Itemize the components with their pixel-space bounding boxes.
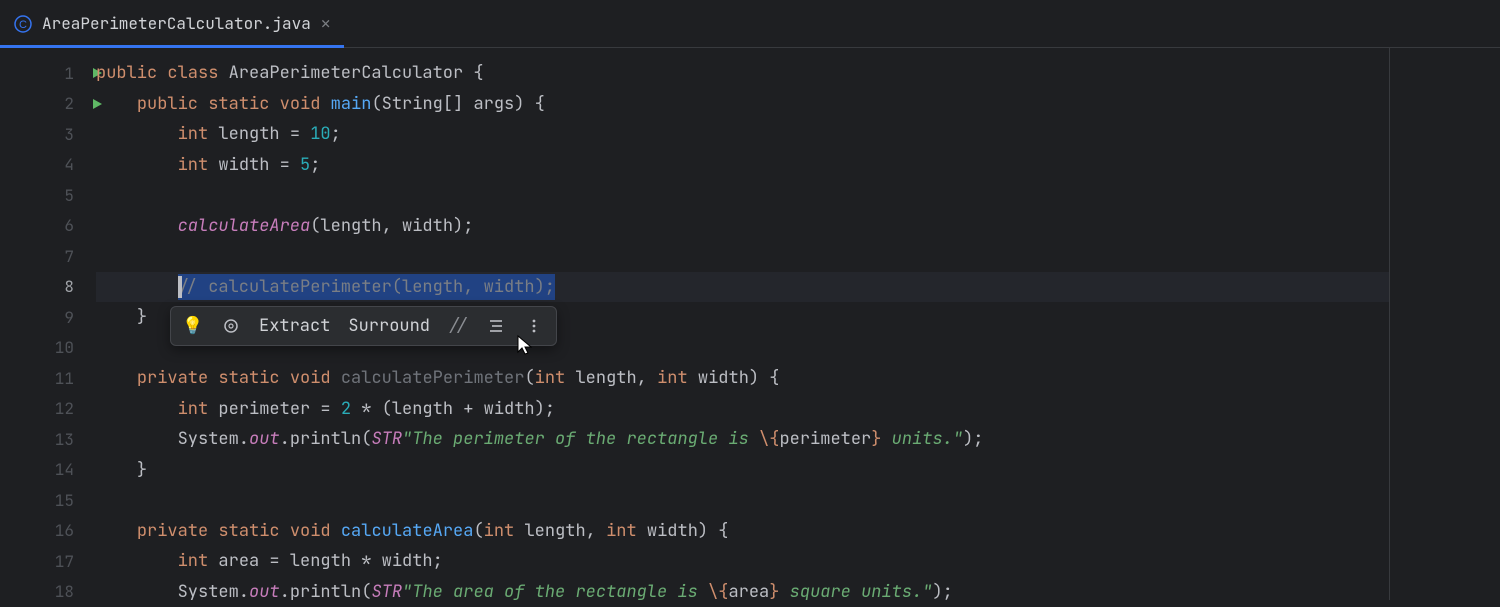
svg-text:C: C [19, 19, 27, 31]
code-line[interactable]: int length = 10; [96, 119, 1389, 150]
reformat-icon[interactable] [478, 310, 514, 342]
tab-bar: C AreaPerimeterCalculator.java ✕ [0, 0, 1500, 48]
code-line[interactable] [96, 485, 1389, 516]
intention-bulb-icon[interactable]: 💡 [175, 310, 211, 342]
code-line[interactable]: calculateArea(length, width); [96, 211, 1389, 242]
code-line[interactable]: System.out.println(STR"The area of the r… [96, 577, 1389, 607]
code-line[interactable]: public class AreaPerimeterCalculator { [96, 58, 1389, 89]
gutter: 1 2 3 4 5 6 7 8 9 10 11 12 13 14 15 16 1… [0, 48, 84, 600]
surround-button[interactable]: Surround [340, 309, 438, 343]
code-area[interactable]: public class AreaPerimeterCalculator { p… [84, 48, 1390, 600]
code-line[interactable]: int area = length * width; [96, 546, 1389, 577]
code-line[interactable]: int perimeter = 2 * (length + width); [96, 394, 1389, 425]
tab-title: AreaPerimeterCalculator.java [42, 13, 311, 34]
code-line[interactable]: private static void calculateArea(int le… [96, 516, 1389, 547]
code-line[interactable]: } [96, 455, 1389, 486]
ai-assist-icon[interactable] [213, 310, 249, 342]
java-class-icon: C [14, 15, 32, 33]
extract-button[interactable]: Extract [251, 309, 338, 343]
code-line[interactable]: public static void main(String[] args) { [96, 89, 1389, 120]
code-line[interactable]: int width = 5; [96, 150, 1389, 181]
floating-toolbar: 💡 Extract Surround // [170, 306, 557, 346]
code-line[interactable]: private static void calculatePerimeter(i… [96, 363, 1389, 394]
editor: 1 2 3 4 5 6 7 8 9 10 11 12 13 14 15 16 1… [0, 48, 1500, 600]
code-line-selected[interactable]: // calculatePerimeter(length, width); [96, 272, 1389, 303]
code-line[interactable]: System.out.println(STR"The perimeter of … [96, 424, 1389, 455]
mouse-cursor-icon [516, 334, 536, 364]
comment-icon[interactable]: // [440, 310, 476, 342]
file-tab[interactable]: C AreaPerimeterCalculator.java ✕ [0, 0, 344, 47]
code-line[interactable] [96, 241, 1389, 272]
code-line[interactable] [96, 180, 1389, 211]
close-icon[interactable]: ✕ [321, 13, 331, 34]
